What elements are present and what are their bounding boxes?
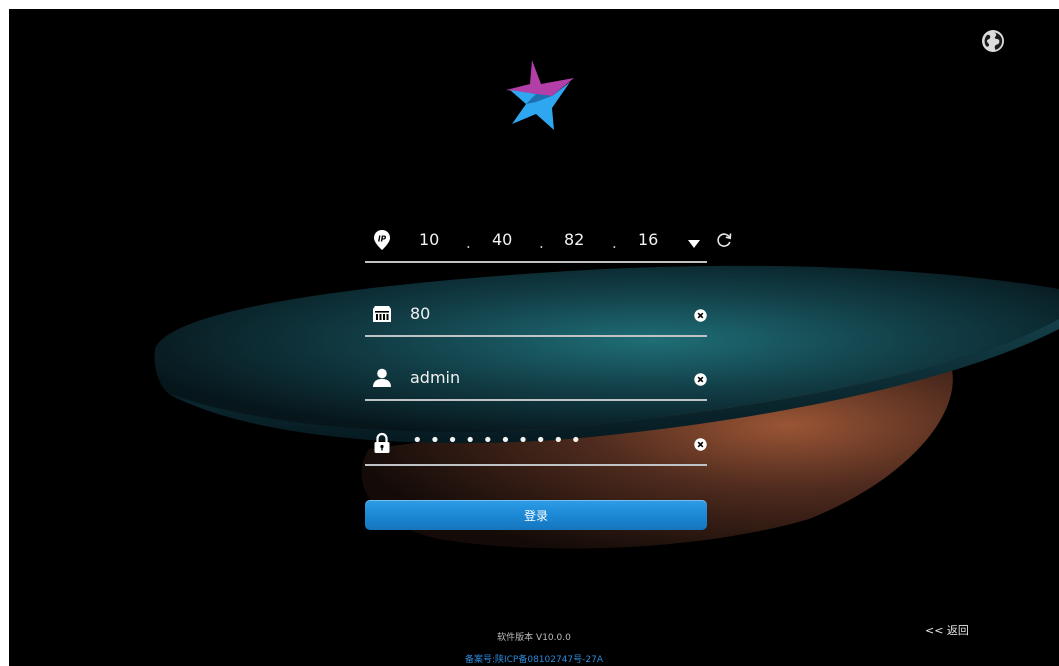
username-value[interactable]: admin: [410, 368, 460, 387]
ip-segment-2[interactable]: 40: [492, 230, 512, 249]
ip-address-field: IP 10 . 40 . 82 . 16: [365, 221, 707, 263]
ip-separator: .: [466, 234, 471, 252]
ip-location-icon: IP: [371, 229, 393, 251]
ip-segment-1[interactable]: 10: [419, 230, 439, 249]
ip-segment-4[interactable]: 16: [638, 230, 658, 249]
ip-segment-3[interactable]: 82: [564, 230, 584, 249]
ip-separator: .: [612, 234, 617, 252]
port-field[interactable]: 80: [365, 295, 707, 337]
icp-record-link[interactable]: 备案号:陕ICP备08102747号-27A: [9, 652, 1059, 665]
username-field[interactable]: admin: [365, 359, 707, 401]
clear-icon[interactable]: [694, 307, 707, 322]
login-button[interactable]: 登录: [365, 500, 707, 530]
port-icon: [371, 303, 393, 325]
clear-icon[interactable]: [694, 436, 707, 451]
lock-icon: [371, 432, 393, 454]
clear-icon[interactable]: [694, 371, 707, 386]
svg-text:IP: IP: [378, 235, 387, 244]
password-masked-value[interactable]: ••••••••••: [412, 430, 588, 451]
caret-down-icon[interactable]: [688, 234, 700, 248]
star-logo: [496, 56, 578, 134]
port-value[interactable]: 80: [410, 304, 430, 323]
user-icon: [371, 367, 393, 389]
ip-separator: .: [539, 234, 544, 252]
refresh-icon[interactable]: [715, 231, 733, 249]
password-field[interactable]: ••••••••••: [365, 424, 707, 466]
login-screen: IP 10 . 40 . 82 . 16 80 admin ••••••••••…: [9, 9, 1059, 666]
software-version: 软件版本 V10.0.0: [497, 633, 571, 643]
language-globe-icon[interactable]: [981, 29, 1005, 53]
